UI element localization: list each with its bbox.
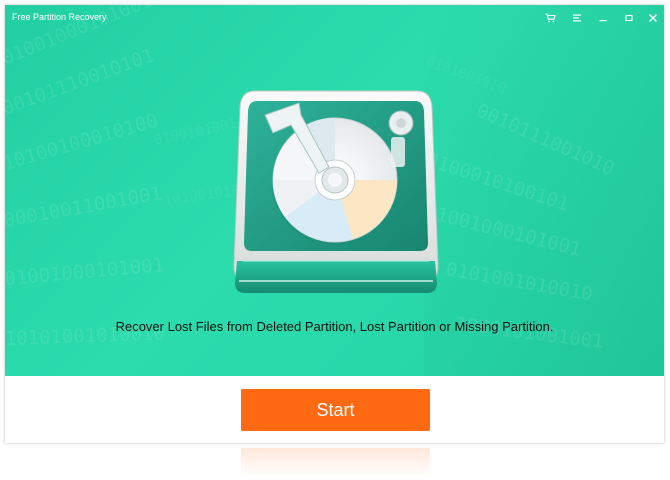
close-icon [649,14,657,22]
app-window: 01001000101001 00101110010101 1010010001… [5,5,664,443]
action-bar: Start [5,376,664,443]
svg-text:0010111001010: 0010111001010 [473,99,618,180]
start-button-reflection [241,448,430,476]
cart-button[interactable] [543,11,557,25]
svg-text:0100101001: 0100101001 [153,116,239,149]
hero-panel: 01001000101001 00101110010101 1010010001… [5,5,664,376]
title-bar: Free Partition Recovery [5,5,664,31]
maximize-button[interactable] [622,11,636,25]
minimize-icon [599,20,607,22]
svg-text:00010011001001: 00010011001001 [5,182,164,231]
start-button[interactable]: Start [241,389,430,431]
menu-button[interactable] [570,11,584,25]
menu-icon [573,14,581,22]
hard-drive-illustration [233,90,439,293]
close-button[interactable] [646,11,660,25]
cart-icon [545,13,556,23]
svg-text:01001000101001: 01001000101001 [5,254,165,290]
minimize-button[interactable] [596,11,610,25]
app-title: Free Partition Recovery [12,12,107,22]
svg-text:0101001010010: 0101001010010 [444,258,594,305]
svg-text:10100100010100: 10100100010100 [5,110,160,175]
hero-tagline: Recover Lost Files from Deleted Partitio… [115,319,554,334]
maximize-icon [625,14,633,22]
